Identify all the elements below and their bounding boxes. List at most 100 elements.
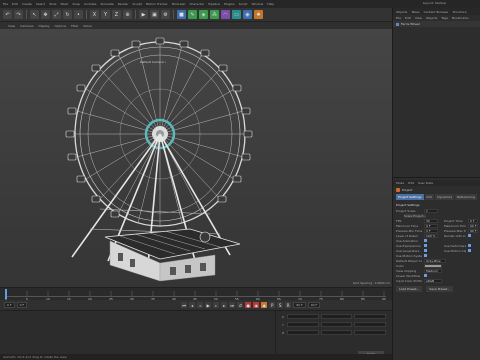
cube-icon[interactable]: ■ <box>177 10 186 19</box>
current-frame-field[interactable]: 0 F <box>4 302 15 308</box>
subdivision-icon[interactable]: ◈ <box>199 10 208 19</box>
timeline-ruler[interactable]: 0 5 10 15 20 25 30 35 40 45 50 55 60 65 … <box>0 287 392 301</box>
tab-content-browser[interactable]: Content Browser <box>424 10 449 14</box>
tab-takes[interactable]: Takes <box>411 10 419 14</box>
y-axis-icon[interactable]: Y <box>101 10 110 19</box>
use-motion-system-checkbox[interactable] <box>424 254 427 257</box>
go-to-end-icon[interactable]: ⏭ <box>229 302 236 308</box>
maximum-time-field[interactable]: 90 F <box>468 223 478 228</box>
tab-referencing[interactable]: Referencing <box>455 194 477 200</box>
rotation-h-field[interactable] <box>354 314 387 319</box>
menu-script[interactable]: Script <box>239 2 248 6</box>
scale-icon[interactable]: ⤢ <box>52 10 61 19</box>
tab-dynamics[interactable]: Dynamics <box>435 194 455 200</box>
coordinate-system-icon[interactable]: ⊕ <box>123 10 132 19</box>
menu-edit[interactable]: Edit <box>12 2 18 6</box>
project-time-field[interactable]: 0 F <box>468 218 478 223</box>
menu-plugins[interactable]: Plugins <box>224 2 235 6</box>
position-z-field[interactable] <box>287 330 319 335</box>
use-generators-checkbox[interactable] <box>424 249 427 252</box>
menu-simulate[interactable]: Simulate <box>101 2 114 6</box>
move-icon[interactable]: ✥ <box>41 10 50 19</box>
project-scale-field[interactable]: 1 <box>424 208 438 213</box>
end-frame-field[interactable]: 90 F <box>293 302 306 308</box>
preview-max-field[interactable]: 90 F <box>468 228 478 233</box>
use-animation-checkbox[interactable] <box>424 239 427 242</box>
viewport-menu-options[interactable]: Options <box>55 24 67 28</box>
menu-pipeline[interactable]: Pipeline <box>208 2 220 6</box>
tab-info[interactable]: Info <box>424 194 435 200</box>
live-select-icon[interactable]: ↖ <box>30 10 39 19</box>
rotation-b-field[interactable] <box>354 330 387 335</box>
keyframe-selection-icon[interactable]: ◆ <box>261 302 268 308</box>
use-expressions-checkbox[interactable] <box>424 244 427 247</box>
cloner-icon[interactable]: ⁂ <box>210 10 219 19</box>
x-axis-icon[interactable]: X <box>90 10 99 19</box>
obj-menu-objects[interactable]: Objects <box>426 16 437 20</box>
render-picture-viewer-icon[interactable]: ▣ <box>150 10 159 19</box>
attr-menu-mode[interactable]: Mode <box>396 181 404 185</box>
obj-menu-view[interactable]: View <box>415 16 422 20</box>
object-row[interactable]: Ferris Wheel <box>393 21 480 27</box>
viewport-menu-panel[interactable]: Panel <box>84 24 92 28</box>
z-axis-icon[interactable]: Z <box>112 10 121 19</box>
menu-render[interactable]: Render <box>118 2 129 6</box>
position-y-field[interactable] <box>287 322 319 327</box>
menu-snap[interactable]: Snap <box>72 2 80 6</box>
next-key-icon[interactable]: ▸ <box>221 302 228 308</box>
attr-menu-user-data[interactable]: User Data <box>418 181 433 185</box>
redo-icon[interactable]: ↷ <box>14 10 23 19</box>
tab-objects[interactable]: Objects <box>396 10 407 14</box>
viewport-menu-filter[interactable]: Filter <box>71 24 78 28</box>
go-to-start-icon[interactable]: ⏮ <box>181 302 188 308</box>
floor-icon[interactable]: ▭ <box>232 10 241 19</box>
camera-icon[interactable]: ◉ <box>243 10 252 19</box>
obj-menu-file[interactable]: File <box>396 16 401 20</box>
obj-menu-edit[interactable]: Edit <box>405 16 411 20</box>
layout-selector[interactable]: Layout: Startup <box>423 1 446 5</box>
record-icon[interactable]: ● <box>245 302 252 308</box>
perspective-viewport[interactable]: Default Camera • Grid Spacing : 10000 cm <box>0 29 392 287</box>
default-object-color-dropdown[interactable]: Gray-Blue <box>424 258 446 263</box>
bend-deformer-icon[interactable]: ◠ <box>221 10 230 19</box>
undo-icon[interactable]: ↶ <box>3 10 12 19</box>
menu-motion-tracker[interactable]: Motion Tracker <box>146 2 168 6</box>
menu-create[interactable]: Create <box>22 2 32 6</box>
menu-window[interactable]: Window <box>251 2 263 6</box>
previous-frame-icon[interactable]: ◃ <box>197 302 204 308</box>
obj-menu-bookmarks[interactable]: Bookmarks <box>452 16 469 20</box>
obj-menu-tags[interactable]: Tags <box>441 16 448 20</box>
position-x-field[interactable] <box>287 314 319 319</box>
loop-icon[interactable]: ↺ <box>237 302 244 308</box>
preview-min-field[interactable]: 0 F <box>424 228 438 233</box>
play-icon[interactable]: ▶ <box>205 302 212 308</box>
menu-animate[interactable]: Animate <box>84 2 97 6</box>
use-motion-clip-checkbox[interactable] <box>468 249 471 252</box>
scale-key-icon[interactable]: S <box>277 302 284 308</box>
size-x-field[interactable] <box>320 314 353 319</box>
minimum-time-field[interactable]: 0 F <box>424 223 438 228</box>
menu-select[interactable]: Select <box>36 2 45 6</box>
recent-tools-icon[interactable]: • <box>74 10 83 19</box>
menu-mograph[interactable]: MoGraph <box>172 2 186 6</box>
menu-file[interactable]: File <box>3 2 8 6</box>
rotation-key-icon[interactable]: R <box>285 302 292 308</box>
scale-project-button[interactable]: Scale Project... <box>404 213 426 218</box>
size-z-field[interactable] <box>320 330 353 335</box>
menu-help[interactable]: Help <box>267 2 274 6</box>
input-color-profile-dropdown[interactable]: sRGB <box>424 278 442 283</box>
viewport-menu-display[interactable]: Display <box>38 24 49 28</box>
tab-project-settings[interactable]: Project Settings <box>396 194 424 200</box>
menu-tools[interactable]: Tools <box>49 2 56 6</box>
position-key-icon[interactable]: P <box>269 302 276 308</box>
viewport-menu-cameras[interactable]: Cameras <box>20 24 33 28</box>
color-swatch[interactable] <box>424 263 442 268</box>
autokey-icon[interactable]: ◉ <box>253 302 260 308</box>
rotation-p-field[interactable] <box>354 322 387 327</box>
light-icon[interactable]: ✹ <box>254 10 263 19</box>
menu-character[interactable]: Character <box>189 2 204 6</box>
view-clipping-dropdown[interactable]: Medium <box>424 268 442 273</box>
spline-pen-icon[interactable]: ✎ <box>188 10 197 19</box>
rotate-icon[interactable]: ↻ <box>63 10 72 19</box>
linear-workflow-checkbox[interactable] <box>424 274 427 277</box>
